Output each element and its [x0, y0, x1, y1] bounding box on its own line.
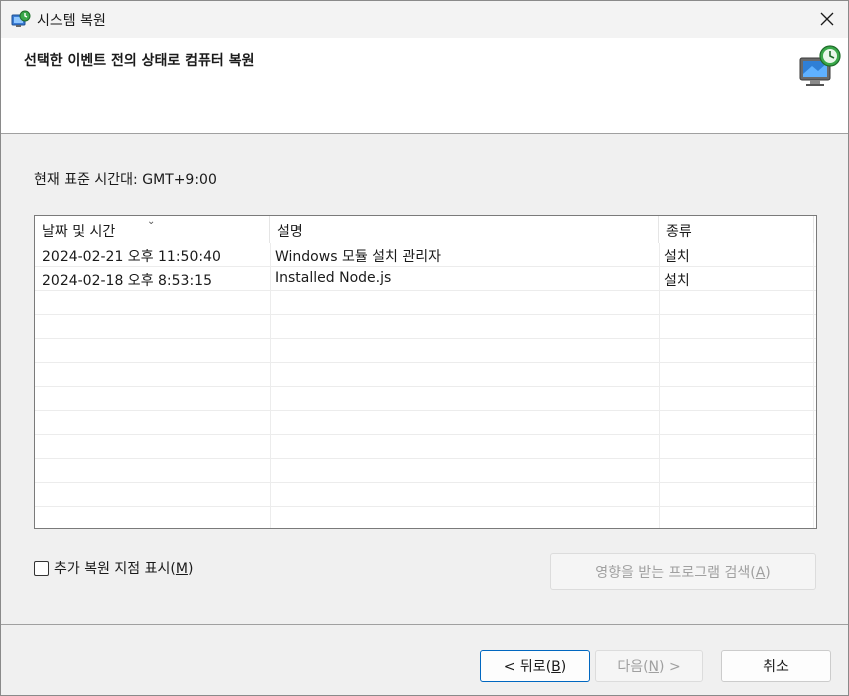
system-restore-large-icon	[799, 45, 841, 86]
column-label: 날짜 및 시간	[42, 224, 116, 240]
sort-descending-icon: ⌄	[147, 216, 156, 227]
checkbox-box[interactable]	[34, 560, 49, 576]
empty-row	[35, 363, 816, 387]
button-label: < 뒤로(B)	[503, 659, 567, 675]
back-button[interactable]: < 뒤로(B)	[480, 650, 590, 682]
page-title: 선택한 이벤트 전의 상태로 컴퓨터 복원	[24, 53, 255, 69]
button-label: 취소	[763, 659, 789, 675]
close-icon	[820, 12, 834, 26]
button-label: 영향을 받는 프로그램 검색(A)	[595, 564, 771, 581]
empty-row	[35, 387, 816, 411]
restore-points-table: 날짜 및 시간 ⌄ 설명 종류 2024-02-21 오후 11:50:40 W…	[34, 215, 817, 529]
column-header-date[interactable]: 날짜 및 시간 ⌄	[35, 216, 270, 243]
empty-row	[35, 315, 816, 339]
close-button[interactable]	[812, 5, 842, 33]
footer-divider	[1, 624, 848, 625]
system-restore-icon	[11, 10, 31, 27]
column-label: 설명	[277, 224, 303, 240]
timezone-label: 현재 표준 시간대: GMT+9:00	[34, 172, 217, 188]
scan-affected-programs-button[interactable]: 영향을 받는 프로그램 검색(A)	[550, 553, 816, 590]
column-header-type[interactable]: 종류	[659, 216, 814, 243]
cancel-button[interactable]: 취소	[721, 650, 831, 682]
next-button[interactable]: 다음(N) >	[595, 650, 703, 682]
column-header-description[interactable]: 설명	[270, 216, 659, 243]
empty-row	[35, 411, 816, 435]
row-date: 2024-02-21 오후 11:50:40	[42, 249, 221, 265]
table-row[interactable]: 2024-02-21 오후 11:50:40 Windows 모듈 설치 관리자…	[35, 243, 816, 267]
system-restore-window: 시스템 복원 선택한 이벤트 전의 상태로 컴퓨터 복원 현재 표준 시간대: …	[0, 0, 849, 696]
checkbox-label: 추가 복원 지점 표시(M)	[54, 561, 194, 577]
button-label: 다음(N) >	[617, 659, 681, 675]
show-more-restore-points-checkbox[interactable]: 추가 복원 지점 표시(M)	[34, 558, 193, 578]
column-label: 종류	[666, 224, 692, 240]
empty-row	[35, 291, 816, 315]
table-header: 날짜 및 시간 ⌄ 설명 종류	[35, 216, 816, 243]
row-type: 설치	[664, 249, 690, 265]
empty-row	[35, 483, 816, 507]
row-type: 설치	[664, 273, 690, 289]
row-date: 2024-02-18 오후 8:53:15	[42, 273, 212, 289]
empty-row	[35, 339, 816, 363]
empty-row	[35, 459, 816, 483]
table-row[interactable]: 2024-02-18 오후 8:53:15 Installed Node.js …	[35, 267, 816, 291]
title-bar: 시스템 복원	[1, 1, 848, 38]
row-description: Windows 모듈 설치 관리자	[275, 249, 442, 265]
row-description: Installed Node.js	[275, 270, 392, 286]
window-title: 시스템 복원	[37, 13, 106, 29]
empty-row	[35, 435, 816, 459]
wizard-header: 선택한 이벤트 전의 상태로 컴퓨터 복원	[1, 38, 848, 134]
